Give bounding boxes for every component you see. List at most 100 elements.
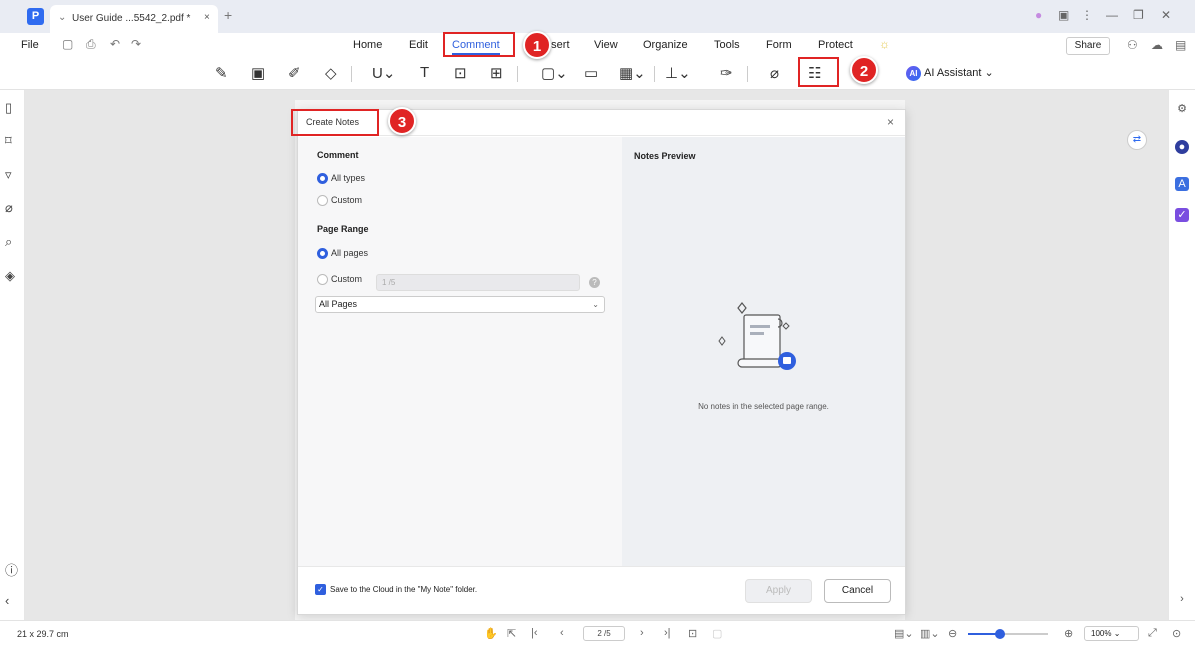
empty-notes-message: No notes in the selected page range.: [698, 402, 829, 411]
panel-icon[interactable]: ▤: [1175, 38, 1186, 52]
radio-all-types[interactable]: All types: [317, 173, 366, 185]
share-button[interactable]: Share: [1066, 37, 1110, 55]
close-window-icon[interactable]: ✕: [1161, 8, 1171, 22]
menu-form[interactable]: Form: [766, 39, 792, 51]
menu-organize[interactable]: Organize: [643, 39, 688, 51]
page-subset-select[interactable]: All Pages ⌄: [315, 296, 605, 313]
ai-chat-icon[interactable]: ●: [1175, 140, 1189, 154]
zoom-select[interactable]: 100% ⌄: [1084, 626, 1139, 641]
callout-icon[interactable]: ⊞: [490, 64, 503, 82]
radio-custom-types-label: Custom: [331, 195, 363, 205]
notes-preview-panel: Notes Preview No notes in the selected p…: [622, 137, 905, 566]
dialog-close-icon[interactable]: ×: [887, 115, 894, 129]
zoom-in-icon[interactable]: ⊕: [1064, 627, 1073, 640]
pencil-icon[interactable]: ✐: [288, 64, 301, 82]
page-indicator-input[interactable]: 2 /5: [583, 626, 625, 641]
select-tool-icon[interactable]: ⇱: [507, 627, 516, 640]
callout-number: 3: [388, 107, 416, 135]
radio-selected-icon: [317, 173, 328, 185]
highlight-icon[interactable]: ✎: [215, 64, 228, 82]
eraser-icon[interactable]: ◇: [325, 64, 337, 82]
radio-all-types-label: All types: [331, 173, 366, 183]
attachment-icon[interactable]: ⌀: [770, 64, 779, 82]
next-page-icon[interactable]: ›: [640, 627, 644, 639]
radio-custom-types[interactable]: Custom: [317, 195, 363, 207]
radio-all-pages-label: All pages: [331, 248, 369, 258]
ai-proofread-icon[interactable]: ✓: [1175, 208, 1189, 222]
app-logo: P: [27, 8, 44, 25]
ai-assistant-label: AI Assistant: [924, 67, 982, 79]
page-size-label: 21 x 29.7 cm: [17, 629, 69, 639]
search-icon[interactable]: ⌕: [5, 234, 12, 250]
fullscreen-icon[interactable]: ⤢: [1148, 627, 1157, 640]
collapse-left-icon[interactable]: ‹: [5, 593, 9, 608]
avatar-icon[interactable]: ●: [1035, 8, 1042, 22]
presentation-icon[interactable]: ▢: [712, 627, 722, 640]
settings-icon[interactable]: ⊙: [1172, 627, 1181, 640]
translate-float-icon[interactable]: ⇄: [1127, 130, 1147, 150]
properties-icon[interactable]: ⚙: [1175, 102, 1189, 116]
new-tab-icon[interactable]: +: [224, 7, 232, 23]
info-icon[interactable]: ?: [589, 277, 600, 288]
redo-icon[interactable]: ↷: [131, 37, 141, 51]
callout-highlight-dialog-title: [291, 109, 379, 136]
tab-dropdown-icon[interactable]: ⌄: [58, 12, 66, 23]
first-page-icon[interactable]: |‹: [531, 627, 538, 639]
tips-icon[interactable]: ☼: [879, 37, 890, 51]
signature-icon[interactable]: ✑: [720, 64, 733, 82]
options-panel: Comment All types Custom Page Range All …: [298, 137, 622, 566]
menu-protect[interactable]: Protect: [818, 39, 853, 51]
typewriter-icon[interactable]: T: [420, 64, 429, 81]
stamp-icon[interactable]: ⊥⌄: [665, 64, 691, 82]
menu-file[interactable]: File: [21, 39, 39, 51]
sticky-note-icon[interactable]: ▭: [584, 64, 598, 82]
save-cloud-checkbox[interactable]: ✓: [315, 584, 326, 595]
shapes-icon[interactable]: ▢⌄: [541, 64, 568, 82]
menu-view[interactable]: View: [594, 39, 618, 51]
radio-all-pages[interactable]: All pages: [317, 248, 369, 260]
zoom-slider[interactable]: [968, 629, 1048, 639]
hand-tool-icon[interactable]: ✋: [484, 627, 498, 640]
minimize-icon[interactable]: —: [1106, 8, 1118, 22]
print-icon[interactable]: ⎙: [86, 37, 96, 52]
underline-icon[interactable]: U⌄: [372, 64, 395, 82]
textbox-icon[interactable]: ⊡: [454, 64, 467, 82]
attachments-panel-icon[interactable]: ⌀: [5, 200, 13, 216]
restore-icon[interactable]: ❐: [1133, 8, 1144, 22]
last-page-icon[interactable]: ›|: [664, 627, 671, 639]
layers-icon[interactable]: ◈: [5, 268, 15, 284]
radio-custom-pages[interactable]: Custom: [317, 274, 362, 286]
comments-panel-icon[interactable]: ▿: [5, 167, 12, 183]
menu-edit[interactable]: Edit: [409, 39, 428, 51]
menu-home[interactable]: Home: [353, 39, 382, 51]
custom-page-input[interactable]: 1 /5: [376, 274, 580, 291]
help-icon[interactable]: ⓘ: [5, 560, 18, 579]
view-mode-icon[interactable]: ▥⌄: [920, 627, 940, 640]
collapse-right-icon[interactable]: ›: [1175, 592, 1189, 606]
prev-page-icon[interactable]: ‹: [560, 627, 564, 639]
page-layout-icon[interactable]: ▤⌄: [894, 627, 914, 640]
save-icon[interactable]: ▢: [62, 37, 73, 51]
close-tab-icon[interactable]: ×: [204, 12, 210, 23]
zoom-out-icon[interactable]: ⊖: [948, 627, 957, 640]
area-highlight-icon[interactable]: ▣: [251, 64, 265, 82]
translate-icon[interactable]: A: [1175, 177, 1189, 191]
apply-button[interactable]: Apply: [745, 579, 812, 603]
page-thumbnails-icon[interactable]: ▯: [5, 100, 12, 116]
title-bar: P ⌄ User Guide ...5542_2.pdf * × + ● ▣ ⋮…: [0, 0, 1195, 33]
ai-assistant-button[interactable]: AI AI Assistant ⌄: [906, 66, 994, 81]
document-tab[interactable]: ⌄ User Guide ...5542_2.pdf * ×: [50, 5, 218, 33]
zoom-slider-handle[interactable]: [995, 629, 1005, 639]
menu-tools[interactable]: Tools: [714, 39, 740, 51]
undo-icon[interactable]: ↶: [110, 37, 120, 51]
bookmark-icon[interactable]: ⌑: [5, 133, 12, 149]
feedback-icon[interactable]: ▣: [1058, 8, 1069, 22]
cloud-upload-icon[interactable]: ☁: [1151, 38, 1163, 52]
collaborate-icon[interactable]: ⚇: [1127, 38, 1138, 52]
create-notes-dialog: Create Notes × Comment All types Custom …: [297, 109, 906, 615]
measure-icon[interactable]: ▦⌄: [619, 64, 646, 82]
status-bar: 21 x 29.7 cm ✋ ⇱ |‹ ‹ 2 /5 › ›| ⊡ ▢ ▤⌄ ▥…: [0, 620, 1195, 645]
fit-page-icon[interactable]: ⊡: [688, 627, 697, 640]
more-icon[interactable]: ⋮: [1081, 8, 1093, 22]
cancel-button[interactable]: Cancel: [824, 579, 891, 603]
